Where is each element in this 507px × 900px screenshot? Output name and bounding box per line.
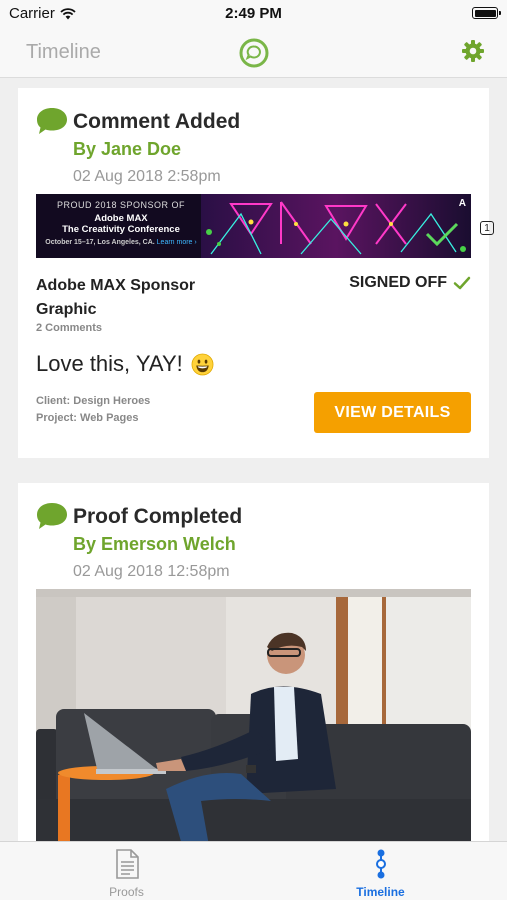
proof-logo-icon[interactable] bbox=[239, 38, 269, 68]
status-label: SIGNED OFF bbox=[349, 274, 447, 291]
tab-bar: Proofs Timeline bbox=[0, 841, 507, 900]
comment-text: Love this, YAY! bbox=[36, 351, 214, 377]
card-author: By Emerson Welch bbox=[73, 534, 236, 554]
asset-name: Adobe MAX Sponsor Graphic bbox=[36, 277, 196, 318]
card-title: Comment Added bbox=[73, 110, 241, 133]
gear-icon[interactable] bbox=[461, 39, 485, 63]
document-icon bbox=[115, 849, 139, 879]
client-label: Client: Design Heroes bbox=[36, 395, 151, 407]
comment-bubble-icon bbox=[37, 503, 67, 529]
banner-text: PROUD 2018 SPONSOR OF Adobe MAX The Crea… bbox=[36, 200, 206, 248]
comment-count: 2 Comments bbox=[36, 322, 103, 334]
nav-bar: Timeline bbox=[0, 28, 507, 78]
banner-line: PROUD 2018 SPONSOR OF bbox=[56, 200, 186, 210]
card-timestamp: 02 Aug 2018 12:58pm bbox=[73, 563, 230, 580]
tab-proofs[interactable]: Proofs bbox=[0, 842, 253, 900]
status-badge: SIGNED OFF bbox=[349, 274, 471, 292]
project-label: Project: Web Pages bbox=[36, 412, 139, 424]
smiley-emoji-icon bbox=[191, 353, 214, 375]
proof-photo[interactable] bbox=[36, 589, 471, 841]
card-meta: Client: Design Heroes Project: Web Pages bbox=[36, 393, 150, 427]
banner-date: October 15–17, Los Angeles, CA. bbox=[45, 239, 155, 246]
battery-icon bbox=[472, 7, 501, 19]
status-bar: Carrier 2:49 PM bbox=[0, 0, 507, 28]
banner-line: Adobe MAX bbox=[94, 213, 148, 224]
banner-link: Learn more › bbox=[156, 239, 197, 246]
timeline-card: Proof Completed By Emerson Welch 02 Aug … bbox=[18, 483, 489, 841]
tab-label: Timeline bbox=[356, 885, 405, 899]
banner-artwork bbox=[201, 194, 471, 258]
comment-bubble-icon bbox=[37, 108, 67, 134]
banner-line: October 15–17, Los Angeles, CA. Learn mo… bbox=[36, 237, 206, 248]
timeline-card: Comment Added By Jane Doe 02 Aug 2018 2:… bbox=[18, 88, 494, 458]
status-time: 2:49 PM bbox=[225, 5, 282, 22]
view-details-button[interactable]: VIEW DETAILS bbox=[314, 392, 471, 433]
tab-label: Proofs bbox=[109, 885, 144, 899]
banner-line: The Creativity Conference bbox=[62, 224, 180, 235]
tab-timeline[interactable]: Timeline bbox=[254, 842, 507, 900]
comment-body: Love this, YAY! bbox=[36, 351, 183, 376]
card-author: By Jane Doe bbox=[73, 139, 182, 159]
page-title: Timeline bbox=[26, 41, 101, 63]
timeline-feed[interactable]: Comment Added By Jane Doe 02 Aug 2018 2:… bbox=[0, 78, 507, 841]
proof-thumbnail[interactable]: PROUD 2018 SPONSOR OF Adobe MAX The Crea… bbox=[36, 194, 471, 258]
version-badge: 1 bbox=[480, 221, 494, 235]
checkmark-icon bbox=[453, 276, 471, 290]
adobe-logo-icon: A bbox=[458, 198, 466, 209]
card-timestamp: 02 Aug 2018 2:58pm bbox=[73, 168, 221, 185]
timeline-icon bbox=[375, 849, 386, 879]
card-title: Proof Completed bbox=[73, 505, 243, 528]
